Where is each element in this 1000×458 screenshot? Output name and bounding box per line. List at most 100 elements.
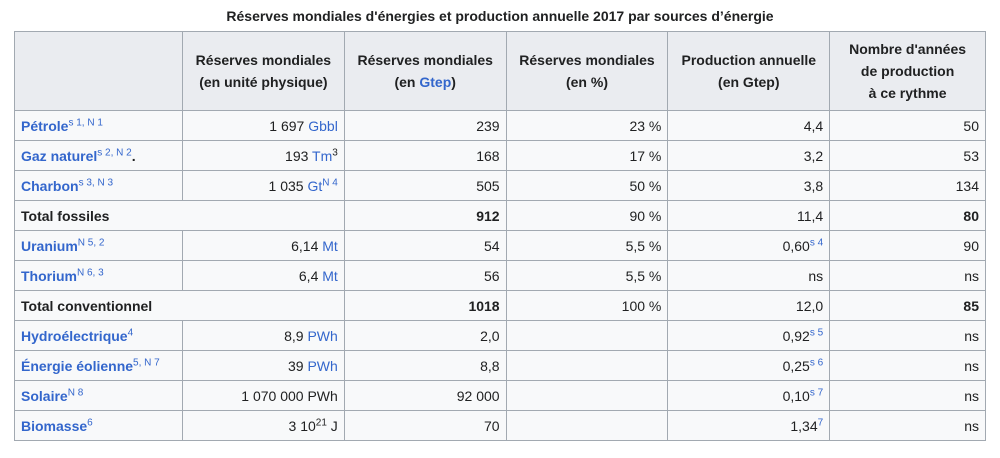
table-row: Énergie éolienne5, N 7 39 PWh 8,8 0,25s … <box>14 350 986 381</box>
cell-production: 1,347 <box>667 410 831 441</box>
row-header-eolienne: Énergie éolienne5, N 7 <box>14 350 183 381</box>
unit-link[interactable]: Tm <box>312 148 332 164</box>
cell-years: 134 <box>829 170 986 201</box>
gtep-link[interactable]: Gtep <box>419 74 451 90</box>
table-row: Charbons 3, N 3 1 035 GtN 4 505 50 % 3,8… <box>14 170 986 201</box>
reference-note[interactable]: 6 <box>87 417 93 428</box>
cell-percent: 100 % <box>505 290 669 321</box>
cell-production: 0,92s 5 <box>667 320 831 351</box>
cell-physical: 3 1021 J <box>181 410 345 441</box>
energy-reserves-table: Réserves mondiales (en unité physique) Ré… <box>14 31 986 441</box>
row-header-biomasse: Biomasse6 <box>14 410 183 441</box>
unit-link[interactable]: Mt <box>322 238 338 254</box>
cell-percent <box>505 380 669 411</box>
cell-physical: 8,9 PWh <box>181 320 345 351</box>
cell-production: 3,2 <box>667 140 831 171</box>
reference-note[interactable]: N 4 <box>322 177 338 188</box>
cell-production: 12,0 <box>667 290 831 321</box>
table-row: Gaz naturels 2, N 2. 193 Tm3 168 17 % 3,… <box>14 140 986 171</box>
cell-years: 90 <box>829 230 986 261</box>
header-physical-reserves: Réserves mondiales (en unité physique) <box>181 31 345 111</box>
cell-gtep: 912 <box>343 200 507 231</box>
cell-production: 4,4 <box>667 110 831 141</box>
cell-percent: 5,5 % <box>505 260 669 291</box>
cell-years: 80 <box>829 200 986 231</box>
row-header-charbon: Charbons 3, N 3 <box>14 170 183 201</box>
row-header-gaz: Gaz naturels 2, N 2. <box>14 140 183 171</box>
row-header-petrole: Pétroles 1, N 1 <box>14 110 183 141</box>
cell-production: 0,60s 4 <box>667 230 831 261</box>
energie-eolienne-link[interactable]: Énergie éolienne <box>21 358 133 374</box>
cell-years: ns <box>829 260 986 291</box>
cell-physical: 6,4 Mt <box>181 260 345 291</box>
gaz-naturel-link[interactable]: Gaz naturel <box>21 148 97 164</box>
table-row: SolaireN 8 1 070 000 PWh 92 000 0,10s 7 … <box>14 380 986 411</box>
cell-percent <box>505 350 669 381</box>
table-row: ThoriumN 6, 3 6,4 Mt 56 5,5 % ns ns <box>14 260 986 291</box>
table-row-total: Total fossiles 912 90 % 11,4 80 <box>14 200 986 231</box>
cell-physical: 1 035 GtN 4 <box>181 170 345 201</box>
petrole-link[interactable]: Pétrole <box>21 118 68 134</box>
cell-years: ns <box>829 350 986 381</box>
cell-years: ns <box>829 410 986 441</box>
reference-note[interactable]: 7 <box>818 417 824 428</box>
charbon-link[interactable]: Charbon <box>21 178 79 194</box>
table-row: Biomasse6 3 1021 J 70 1,347 ns <box>14 410 986 441</box>
biomasse-link[interactable]: Biomasse <box>21 418 87 434</box>
reference-note[interactable]: s 5 <box>810 327 823 338</box>
cell-percent: 23 % <box>505 110 669 141</box>
cell-percent: 17 % <box>505 140 669 171</box>
cell-production: 11,4 <box>667 200 831 231</box>
cell-production: 0,10s 7 <box>667 380 831 411</box>
cell-production: 3,8 <box>667 170 831 201</box>
reference-note[interactable]: 4 <box>128 327 134 338</box>
cell-gtep: 8,8 <box>343 350 507 381</box>
cell-years: 53 <box>829 140 986 171</box>
header-years-of-production: Nombre d'années de production à ce rythme <box>829 31 986 111</box>
reference-note[interactable]: s 4 <box>810 237 823 248</box>
cell-percent: 90 % <box>505 200 669 231</box>
table-row-total: Total conventionnel 1018 100 % 12,0 85 <box>14 290 986 321</box>
uranium-link[interactable]: Uranium <box>21 238 78 254</box>
header-gtep-reserves: Réserves mondiales (en Gtep) <box>343 31 507 111</box>
reference-note[interactable]: s 2, N 2 <box>97 147 131 158</box>
reference-note[interactable]: s 1, N 1 <box>68 117 102 128</box>
thorium-link[interactable]: Thorium <box>21 268 77 284</box>
cell-gtep: 92 000 <box>343 380 507 411</box>
cell-physical: 1 070 000 PWh <box>181 380 345 411</box>
cell-physical: 39 PWh <box>181 350 345 381</box>
header-row: Réserves mondiales (en unité physique) Ré… <box>14 31 986 111</box>
cell-years: ns <box>829 320 986 351</box>
corner-header <box>14 31 183 111</box>
cell-gtep: 2,0 <box>343 320 507 351</box>
cell-gtep: 54 <box>343 230 507 261</box>
header-annual-production: Production annuelle (en Gtep) <box>667 31 831 111</box>
reference-note[interactable]: 5, N 7 <box>133 357 160 368</box>
reference-note[interactable]: s 3, N 3 <box>79 177 113 188</box>
reference-note[interactable]: s 6 <box>810 357 823 368</box>
unit-link[interactable]: Gt <box>307 178 322 194</box>
reference-note[interactable]: N 8 <box>68 387 84 398</box>
solaire-link[interactable]: Solaire <box>21 388 68 404</box>
cell-gtep: 56 <box>343 260 507 291</box>
cell-gtep: 70 <box>343 410 507 441</box>
unit-link[interactable]: Mt <box>322 268 338 284</box>
cell-years: 50 <box>829 110 986 141</box>
reference-note[interactable]: N 5, 2 <box>78 237 105 248</box>
reference-note[interactable]: s 7 <box>810 387 823 398</box>
table-row: Hydroélectrique4 8,9 PWh 2,0 0,92s 5 ns <box>14 320 986 351</box>
hydroelectrique-link[interactable]: Hydroélectrique <box>21 328 128 344</box>
reference-note[interactable]: N 6, 3 <box>77 267 104 278</box>
table-caption: Réserves mondiales d'énergies et product… <box>226 8 774 24</box>
cell-physical: 6,14 Mt <box>181 230 345 261</box>
row-header-uranium: UraniumN 5, 2 <box>14 230 183 261</box>
cell-percent: 50 % <box>505 170 669 201</box>
total-conventionnel-label: Total conventionnel <box>14 290 345 321</box>
unit-link[interactable]: Gbbl <box>308 118 338 134</box>
cell-physical: 1 697 Gbbl <box>181 110 345 141</box>
cell-gtep: 239 <box>343 110 507 141</box>
cell-percent <box>505 320 669 351</box>
cell-physical: 193 Tm3 <box>181 140 345 171</box>
unit-link[interactable]: PWh <box>307 358 337 374</box>
unit-link[interactable]: PWh <box>307 328 337 344</box>
